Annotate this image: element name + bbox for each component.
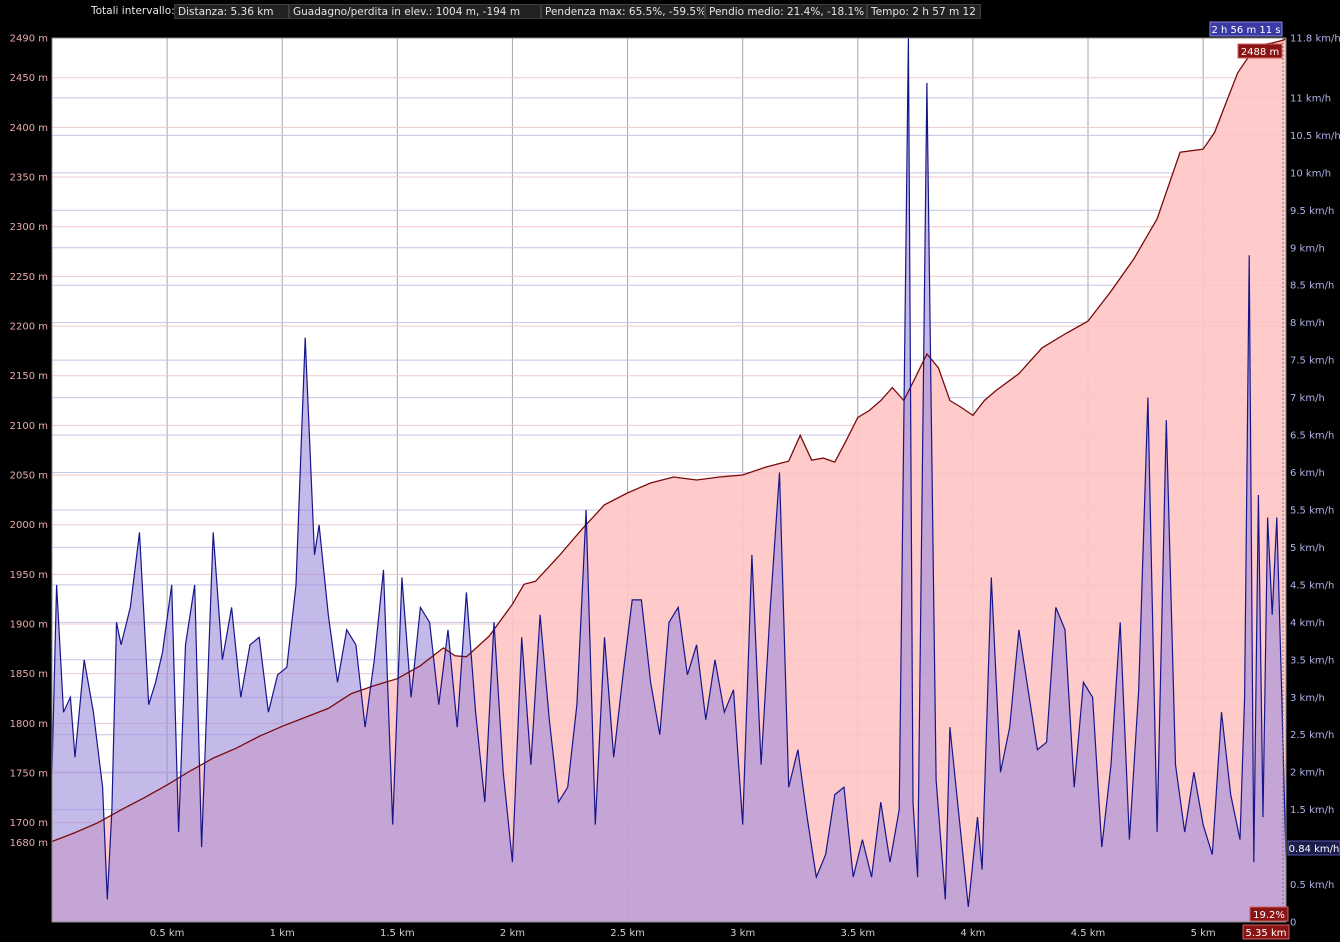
summary-elevation-gain-loss: Guadagno/perdita in elev.: 1004 m, -194 … [289, 4, 541, 19]
distance-tick-label: 5 km [1191, 928, 1216, 939]
speed-tick-label: 10.5 km/h [1290, 131, 1340, 142]
speed-tick-label: 4.5 km/h [1290, 580, 1334, 591]
time-readout-badge: 2 h 56 m 11 s [1209, 21, 1283, 37]
speed-tick-label: 11.8 km/h [1290, 34, 1340, 45]
summary-distance: Distanza: 5.36 km [174, 4, 289, 19]
speed-tick-label: 5.5 km/h [1290, 505, 1334, 516]
elevation-tick-label: 2490 m [10, 34, 48, 45]
speed-tick-label: 9 km/h [1290, 243, 1325, 254]
distance-axis: 0.5 km 1 km 1.5 km 2 km 2.5 km 3 km 3.5 km 4 km… [150, 928, 1216, 939]
elevation-speed-chart[interactable]: 2490 m 2450 m 2400 m 2350 m 2300 m 2250 m 2200… [0, 0, 1340, 942]
speed-tick-label: 10 km/h [1290, 168, 1331, 179]
speed-tick-label: 0.5 km/h [1290, 880, 1334, 891]
distance-readout: 5.35 km [1246, 928, 1287, 939]
summary-average-slope: Pendio medio: 21.4%, -18.1% [705, 4, 867, 19]
speed-tick-label: 3.5 km/h [1290, 655, 1334, 666]
summary-time: Tempo: 2 h 57 m 12 s [867, 4, 981, 19]
elevation-readout: 2488 m [1241, 47, 1279, 58]
elevation-tick-label: 1700 m [10, 818, 48, 829]
distance-tick-label: 2 km [500, 928, 525, 939]
speed-readout-badge: 0.84 km/h [1287, 840, 1340, 856]
elevation-tick-label: 2450 m [10, 73, 48, 84]
elevation-tick-label: 2200 m [10, 322, 48, 333]
speed-tick-label: 11 km/h [1290, 93, 1331, 104]
distance-tick-label: 1.5 km [380, 928, 415, 939]
elevation-tick-label: 2300 m [10, 222, 48, 233]
speed-tick-label: 8.5 km/h [1290, 281, 1334, 292]
elevation-tick-label: 1950 m [10, 570, 48, 581]
speed-tick-label: 0 [1290, 918, 1296, 929]
speed-axis: 11.8 km/h 11 km/h 10.5 km/h 10 km/h 9.5 km/h… [1290, 34, 1340, 929]
elevation-tick-label: 2250 m [10, 272, 48, 283]
elevation-axis: 2490 m 2450 m 2400 m 2350 m 2300 m 2250 m 2200… [10, 34, 48, 850]
speed-tick-label: 2.5 km/h [1290, 730, 1334, 741]
elevation-readout-badge: 2488 m [1237, 43, 1283, 59]
distance-tick-label: 2.5 km [610, 928, 645, 939]
distance-tick-label: 4 km [960, 928, 985, 939]
elevation-tick-label: 1900 m [10, 620, 48, 631]
speed-tick-label: 7 km/h [1290, 393, 1325, 404]
elevation-tick-label: 1680 m [10, 838, 48, 849]
slope-readout: 19.2% [1253, 910, 1285, 921]
summary-max-slope: Pendenza max: 65.5%, -59.5% [541, 4, 705, 19]
speed-tick-label: 5 km/h [1290, 543, 1325, 554]
time-readout: 2 h 56 m 11 s [1212, 25, 1281, 36]
elevation-tick-label: 2100 m [10, 421, 48, 432]
speed-tick-label: 2 km/h [1290, 768, 1325, 779]
summary-label: Totali intervallo: [91, 5, 174, 17]
elevation-tick-label: 1750 m [10, 769, 48, 780]
distance-tick-label: 3 km [730, 928, 755, 939]
distance-tick-label: 3.5 km [840, 928, 875, 939]
elevation-tick-label: 2000 m [10, 520, 48, 531]
distance-tick-label: 4.5 km [1071, 928, 1106, 939]
speed-readout: 0.84 km/h [1289, 844, 1340, 855]
distance-tick-label: 1 km [270, 928, 295, 939]
speed-tick-label: 6 km/h [1290, 468, 1325, 479]
elevation-tick-label: 2400 m [10, 123, 48, 134]
elevation-tick-label: 1800 m [10, 719, 48, 730]
speed-tick-label: 3 km/h [1290, 693, 1325, 704]
slope-readout-badge: 19.2% [1249, 906, 1289, 922]
speed-tick-label: 4 km/h [1290, 618, 1325, 629]
speed-tick-label: 1.5 km/h [1290, 805, 1334, 816]
speed-tick-label: 8 km/h [1290, 318, 1325, 329]
elevation-tick-label: 2050 m [10, 471, 48, 482]
speed-tick-label: 7.5 km/h [1290, 356, 1334, 367]
distance-tick-label: 0.5 km [150, 928, 185, 939]
elevation-tick-label: 2150 m [10, 371, 48, 382]
elevation-tick-label: 1850 m [10, 669, 48, 680]
speed-tick-label: 9.5 km/h [1290, 206, 1334, 217]
distance-readout-badge: 5.35 km [1242, 924, 1290, 940]
speed-tick-label: 6.5 km/h [1290, 431, 1334, 442]
elevation-tick-label: 2350 m [10, 173, 48, 184]
